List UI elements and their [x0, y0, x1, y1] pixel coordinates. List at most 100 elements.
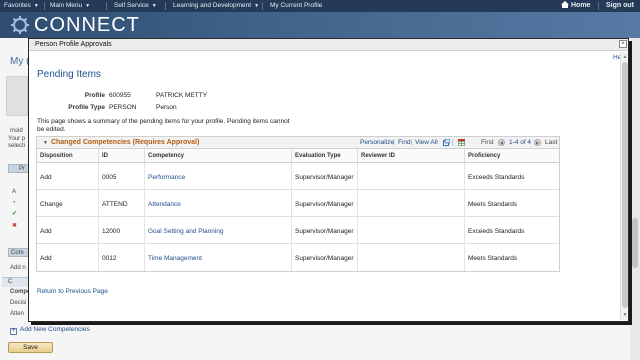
- evaluation-type-cell: Supervisor/Manager: [292, 217, 358, 244]
- main-menu-label: Main Menu: [50, 2, 83, 9]
- id-cell: 12000: [99, 217, 145, 244]
- self-service-breadcrumb[interactable]: Self Service ▼: [114, 2, 157, 9]
- evaluation-type-cell: Supervisor/Manager: [292, 163, 358, 190]
- pr-fragment: Pr: [19, 166, 25, 172]
- my-current-profile-breadcrumb[interactable]: My Current Profile: [270, 2, 322, 9]
- profile-type-code: PERSON: [109, 104, 137, 111]
- view-all-link[interactable]: View All: [415, 139, 438, 146]
- column-header-reviewer-id: Reviewer ID: [358, 149, 465, 163]
- modal-scrollbar-thumb[interactable]: [622, 62, 628, 308]
- column-header-id: ID: [99, 149, 145, 163]
- page-title: Pending Items: [37, 69, 101, 80]
- nav-divider: [165, 2, 166, 10]
- background-tab[interactable]: Com: [8, 248, 30, 257]
- reviewer-id-cell: [358, 244, 465, 271]
- grid-toolbar: ▼ Changed Competencies (Requires Approval…: [36, 136, 560, 148]
- com-fragment: Com: [11, 250, 24, 256]
- add-fragment: Add n: [10, 265, 26, 271]
- x-icon: ✖: [12, 223, 18, 229]
- top-navigation-bar: Favorites ▼ Main Menu ▼ Self Service ▼ Lear…: [0, 0, 640, 12]
- competency-link[interactable]: Attendance: [145, 190, 292, 217]
- modal-title-bar[interactable]: Person Profile Approvals ×: [29, 39, 628, 51]
- selection-fragment: selecti: [8, 143, 26, 149]
- reviewer-id-cell: [358, 190, 465, 217]
- profile-type-label: Profile Type: [68, 104, 105, 111]
- competency-link[interactable]: Time Management: [145, 244, 292, 271]
- id-cell: 0012: [99, 244, 145, 271]
- favorites-menu[interactable]: Favorites ▼: [4, 2, 39, 9]
- reviewer-id-cell: [358, 217, 465, 244]
- table-row: Add 0012 Time Management Supervisor/Mana…: [37, 244, 559, 271]
- disposition-cell: Add: [37, 244, 99, 271]
- home-link[interactable]: Home: [561, 1, 590, 9]
- favorites-label: Favorites: [4, 2, 31, 9]
- sign-out-link[interactable]: Sign out: [606, 2, 634, 9]
- disposition-cell: Change: [37, 190, 99, 217]
- table-row: Add 12000 Goal Setting and Planning Supe…: [37, 217, 559, 244]
- profile-label: Profile: [84, 92, 105, 99]
- main-menu[interactable]: Main Menu ▼: [50, 2, 90, 9]
- grid-title[interactable]: ▼ Changed Competencies (Requires Approval…: [43, 139, 199, 146]
- nav-divider: [44, 2, 45, 10]
- previous-arrow-icon[interactable]: ◀: [498, 139, 505, 146]
- find-link[interactable]: Find: [398, 139, 411, 146]
- competency-link[interactable]: Performance: [145, 163, 292, 190]
- summary-text: This page shows a summary of the pending…: [37, 118, 290, 133]
- close-icon[interactable]: ×: [619, 40, 627, 48]
- table-row: Add 0005 Performance Supervisor/Manager …: [37, 163, 559, 190]
- id-cell: 0005: [99, 163, 145, 190]
- scroll-up-icon[interactable]: ▲: [622, 54, 628, 60]
- column-header-evaluation-type: Evaluation Type: [292, 149, 358, 163]
- toolbar-separator: |: [393, 139, 395, 146]
- avatar: [6, 76, 28, 116]
- proficiency-cell: Exceeds Standards: [468, 228, 525, 235]
- reviewer-id-cell: [358, 163, 465, 190]
- atten-fragment: Atten: [10, 311, 25, 317]
- return-to-previous-page-link[interactable]: Return to Previous Page: [37, 288, 108, 295]
- clock-icon: ◔: [12, 200, 16, 206]
- checkmark-icon: ✔: [12, 211, 18, 217]
- add-new-competencies-link[interactable]: + Add New Competencies: [10, 326, 90, 335]
- spreadsheet-download-icon[interactable]: [458, 139, 465, 146]
- page-scrollbar[interactable]: [630, 38, 640, 360]
- chevron-down-icon: ▼: [151, 3, 157, 9]
- new-window-icon[interactable]: [443, 139, 450, 146]
- nav-divider: [106, 2, 107, 10]
- scroll-down-icon[interactable]: ▼: [622, 312, 628, 318]
- chevron-down-icon: ▼: [254, 3, 260, 9]
- last-label[interactable]: Last: [545, 139, 557, 146]
- proficiency-cell: Exceeds Standards: [468, 174, 525, 181]
- disposition-cell: Add: [37, 163, 99, 190]
- evaluation-type-cell: Supervisor/Manager: [292, 190, 358, 217]
- profile-id-value: 600955: [109, 92, 131, 99]
- disposition-cell: Add: [37, 217, 99, 244]
- chevron-down-icon: ▼: [33, 3, 39, 9]
- add-new-competencies-label: Add New Competencies: [20, 326, 90, 333]
- next-arrow-icon[interactable]: ▶: [534, 139, 541, 146]
- grid-title-label: Changed Competencies (Requires Approval): [50, 139, 200, 146]
- connect-logo-icon: [11, 16, 29, 34]
- c-fragment: C: [8, 279, 13, 285]
- your-profile-fragment: Your p: [8, 136, 26, 142]
- learning-label: Learning and Development: [173, 2, 252, 9]
- column-header-competency: Competency: [145, 149, 292, 163]
- save-button[interactable]: Save: [8, 342, 53, 353]
- nav-divider: [262, 2, 263, 10]
- evaluation-type-cell: Supervisor/Manager: [292, 244, 358, 271]
- plus-icon: +: [10, 328, 17, 335]
- background-grid-header: C: [2, 277, 30, 287]
- background-button[interactable]: Pr: [8, 164, 30, 173]
- modal-scrollbar[interactable]: ▲ ▼: [620, 52, 628, 320]
- a-fragment: A: [12, 189, 17, 195]
- page-scrollbar-thumb[interactable]: [632, 218, 638, 268]
- self-service-label: Self Service: [114, 2, 149, 9]
- modal-title: Person Profile Approvals: [35, 41, 112, 48]
- proficiency-cell: Meets Standards: [468, 255, 518, 262]
- first-label[interactable]: First: [481, 139, 494, 146]
- learning-breadcrumb[interactable]: Learning and Development ▼: [173, 2, 259, 9]
- personalize-link[interactable]: Personalize: [360, 139, 394, 146]
- toolbar-separator: |: [452, 139, 454, 146]
- changed-competencies-grid: Disposition ID Competency Evaluation Typ…: [36, 148, 560, 272]
- nav-divider: [598, 2, 599, 10]
- competency-link[interactable]: Goal Setting and Planning: [145, 217, 292, 244]
